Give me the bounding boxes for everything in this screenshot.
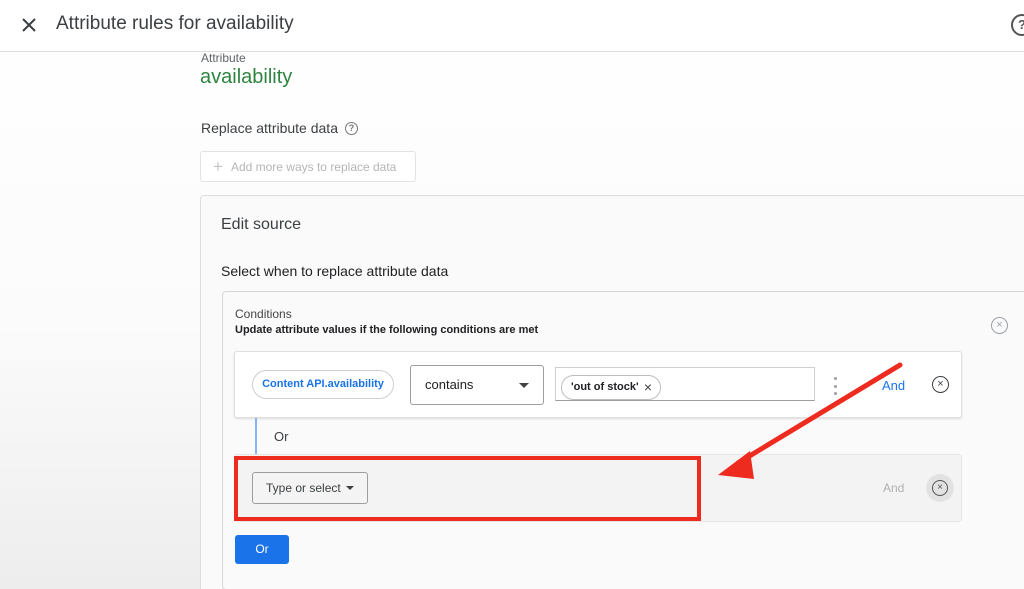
attribute-label: Attribute: [201, 51, 246, 65]
add-more-label: Add more ways to replace data: [230, 159, 397, 174]
help-icon[interactable]: ?: [1011, 14, 1024, 36]
remove-row-icon[interactable]: ×: [932, 376, 949, 393]
operator-select[interactable]: contains: [410, 365, 544, 405]
operator-value: contains: [425, 377, 474, 392]
conditions-description: Update attribute values if the following…: [235, 324, 539, 336]
field-chip[interactable]: Content API.availability: [252, 370, 394, 399]
highlight-annotation-box: [234, 456, 701, 521]
top-bar: Attribute rules for availability ?: [0, 0, 1024, 52]
replace-section-title: Replace attribute data: [201, 120, 338, 136]
add-more-ways-button[interactable]: + Add more ways to replace data: [200, 151, 416, 182]
select-when-label: Select when to replace attribute data: [221, 263, 449, 279]
plus-icon: +: [213, 157, 223, 176]
remove-row-icon: ×: [932, 480, 948, 496]
annotation-arrow: [718, 362, 903, 479]
remove-chip-icon[interactable]: ×: [644, 376, 652, 399]
help-icon[interactable]: ?: [345, 122, 358, 135]
or-connector-line: [255, 418, 257, 454]
page-title: Attribute rules for availability: [56, 13, 294, 34]
remove-conditions-icon[interactable]: ×: [991, 317, 1008, 334]
edit-source-title: Edit source: [221, 216, 302, 233]
value-chip: 'out of stock' ×: [561, 375, 661, 400]
remove-row-button[interactable]: ×: [926, 474, 954, 502]
value-chip-label: 'out of stock': [571, 381, 639, 393]
or-button[interactable]: Or: [235, 535, 289, 564]
close-icon[interactable]: [18, 14, 40, 36]
caret-down-icon: [519, 383, 529, 388]
or-separator: Or: [274, 429, 289, 444]
attribute-value: availability: [200, 66, 293, 88]
conditions-label: Conditions: [235, 307, 292, 321]
